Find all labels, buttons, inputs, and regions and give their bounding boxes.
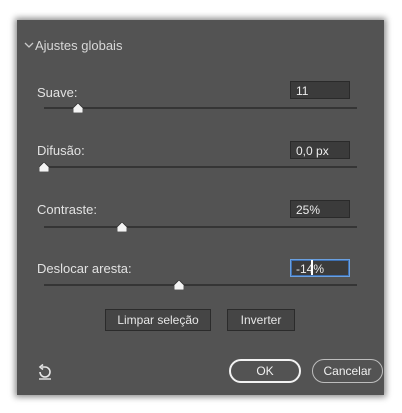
smooth-label: Suave: (37, 85, 78, 100)
text-cursor (311, 260, 313, 275)
feather-value-input[interactable]: 0,0 px (290, 141, 350, 159)
shift-edge-slider-thumb[interactable] (173, 280, 184, 290)
contrast-value-input[interactable]: 25% (290, 200, 350, 218)
smooth-slider-track[interactable] (44, 107, 357, 109)
invert-button[interactable]: Inverter (227, 309, 295, 331)
ok-button[interactable]: OK (229, 359, 301, 383)
smooth-slider-thumb[interactable] (73, 103, 84, 113)
clear-selection-button[interactable]: Limpar seleção (105, 309, 211, 331)
shift-edge-value-input[interactable]: -14% (290, 259, 350, 277)
feather-slider-thumb[interactable] (39, 162, 49, 172)
section-title: Ajustes globais (35, 38, 123, 53)
contrast-slider-thumb[interactable] (117, 222, 128, 232)
smooth-value-input[interactable]: 11 (290, 81, 350, 99)
chevron-down-icon[interactable] (23, 39, 35, 51)
cancel-button[interactable]: Cancelar (312, 359, 383, 383)
contrast-slider-track[interactable] (44, 226, 357, 228)
feather-label: Difusão: (37, 143, 85, 158)
contrast-label: Contraste: (37, 202, 97, 217)
reset-icon[interactable] (36, 363, 54, 381)
feather-slider-track[interactable] (44, 166, 357, 168)
shift-edge-slider-track[interactable] (44, 284, 357, 286)
shift-edge-label: Deslocar aresta: (37, 261, 132, 276)
